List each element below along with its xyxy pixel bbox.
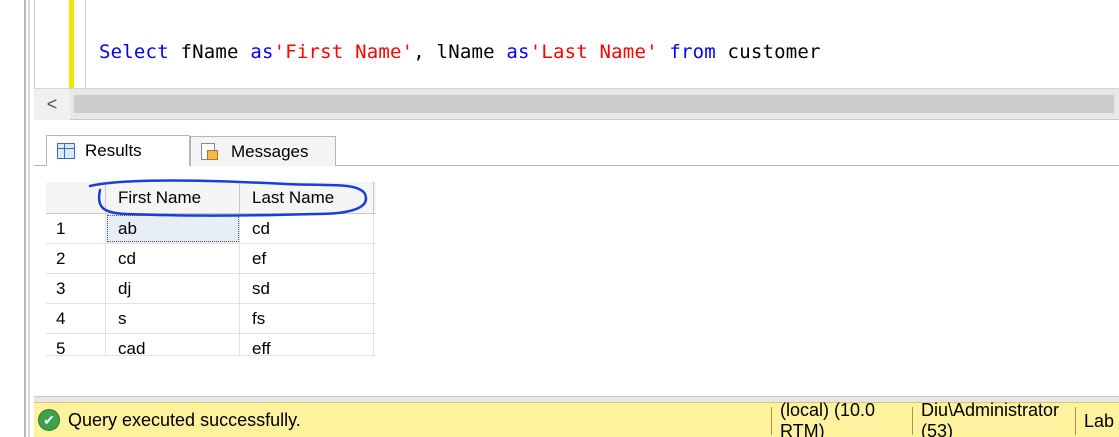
query-text-line[interactable]: Select fName as'First Name', lName as'La… bbox=[99, 41, 821, 63]
column-header-first-name[interactable]: First Name bbox=[106, 182, 240, 213]
row-number-header[interactable] bbox=[46, 182, 106, 213]
cell-last-name[interactable]: fs bbox=[240, 304, 374, 333]
tab-messages-label: Messages bbox=[231, 141, 309, 161]
cell-first-name[interactable]: s bbox=[106, 304, 240, 333]
query-token: as bbox=[506, 41, 530, 63]
query-token: 'First Name' bbox=[273, 41, 414, 63]
table-row[interactable]: 5 cad eff bbox=[46, 334, 376, 356]
row-number[interactable]: 1 bbox=[46, 214, 106, 243]
query-token bbox=[658, 41, 670, 63]
column-header-last-name[interactable]: Last Name bbox=[240, 182, 374, 213]
editor-horizontal-scrollbar[interactable]: < bbox=[34, 88, 1119, 120]
grid-header-row: First Name Last Name bbox=[46, 182, 376, 214]
row-number[interactable]: 2 bbox=[46, 244, 106, 273]
check-circle-icon: ✔ bbox=[38, 409, 60, 431]
status-message: ✔ Query executed successfully. bbox=[38, 409, 301, 431]
messages-icon bbox=[199, 142, 219, 162]
query-token: from bbox=[669, 41, 716, 63]
changed-line-marker bbox=[69, 0, 74, 88]
cell-first-name[interactable]: cd bbox=[106, 244, 240, 273]
status-bar: ✔ Query executed successfully. (local) (… bbox=[34, 400, 1119, 437]
status-server: (local) (10.0 RTM) bbox=[771, 400, 911, 437]
cell-last-name[interactable]: cd bbox=[240, 214, 374, 243]
window-left-border bbox=[0, 0, 34, 437]
table-row[interactable]: 2 cd ef bbox=[46, 244, 376, 274]
border-line bbox=[28, 0, 30, 437]
table-row[interactable]: 4 s fs bbox=[46, 304, 376, 334]
query-editor[interactable]: Select fName as'First Name', lName as'La… bbox=[34, 0, 1119, 88]
query-token: Select bbox=[99, 41, 169, 63]
query-token: fName bbox=[168, 41, 251, 63]
results-tabs: Results Messages bbox=[34, 132, 1119, 166]
status-database: Lab bbox=[1075, 407, 1119, 435]
cell-last-name[interactable]: eff bbox=[240, 334, 374, 355]
table-row[interactable]: 3 dj sd bbox=[46, 274, 376, 304]
scroll-thumb[interactable] bbox=[74, 95, 1114, 113]
border-line bbox=[24, 0, 26, 437]
results-grid[interactable]: First Name Last Name 1 ab cd 2 cd ef 3 d… bbox=[46, 182, 376, 356]
status-message-text: Query executed successfully. bbox=[68, 409, 301, 430]
cell-first-name[interactable]: cad bbox=[106, 334, 240, 355]
cell-last-name[interactable]: ef bbox=[240, 244, 374, 273]
results-panel: Results Messages First Name Last Name 1 … bbox=[34, 120, 1119, 401]
row-number[interactable]: 4 bbox=[46, 304, 106, 333]
tab-results[interactable]: Results bbox=[46, 135, 190, 166]
query-token: as bbox=[250, 41, 274, 63]
cell-first-name[interactable]: ab bbox=[106, 214, 240, 243]
grid-icon bbox=[57, 143, 75, 159]
cell-last-name[interactable]: sd bbox=[240, 274, 374, 303]
scroll-left-button[interactable]: < bbox=[34, 89, 70, 120]
tab-results-label: Results bbox=[85, 141, 142, 160]
query-token: , lName bbox=[413, 41, 507, 63]
tab-messages[interactable]: Messages bbox=[190, 136, 336, 166]
table-row[interactable]: 1 ab cd bbox=[46, 214, 376, 244]
editor-margin-line bbox=[85, 0, 86, 88]
status-user: Diu\Administrator (53) bbox=[912, 400, 1075, 437]
query-token: customer bbox=[715, 41, 821, 63]
query-token: 'Last Name' bbox=[529, 41, 658, 63]
row-number[interactable]: 5 bbox=[46, 334, 106, 355]
row-number[interactable]: 3 bbox=[46, 274, 106, 303]
cell-first-name[interactable]: dj bbox=[106, 274, 240, 303]
